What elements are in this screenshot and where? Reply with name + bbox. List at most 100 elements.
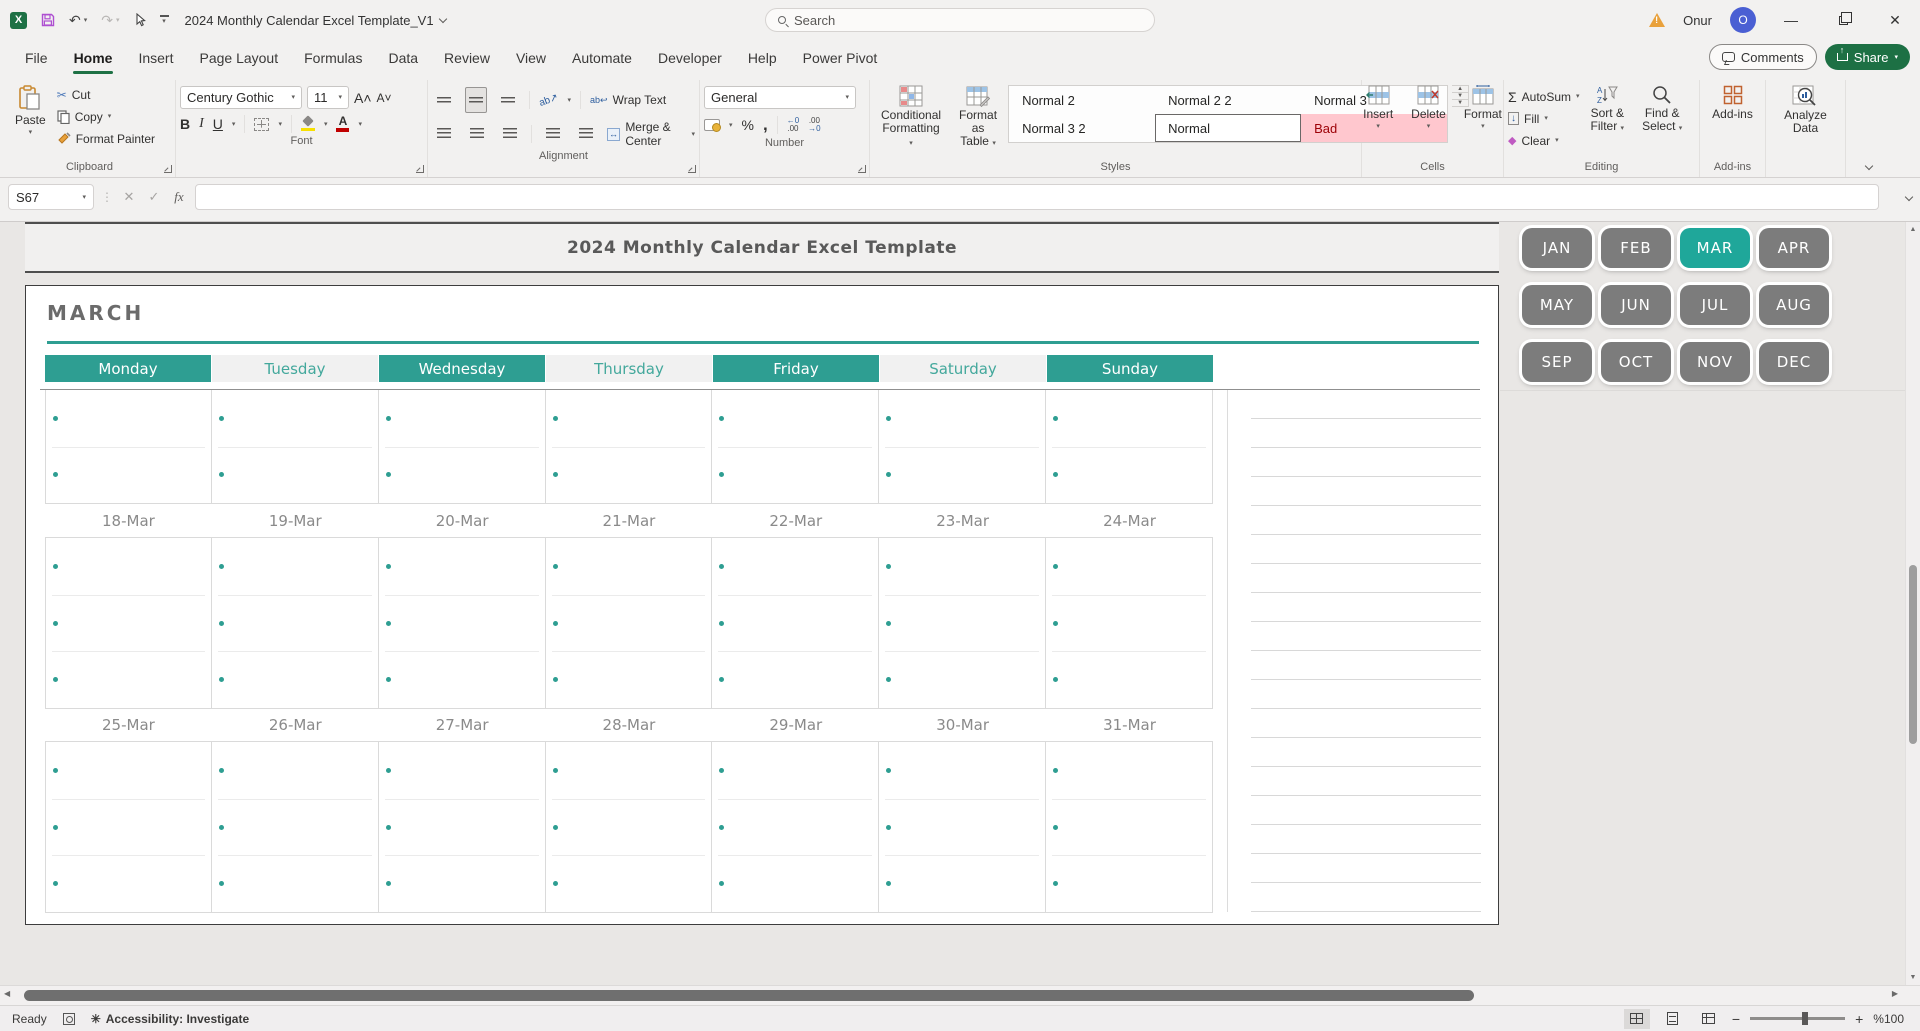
month-button-feb[interactable]: FEB <box>1601 228 1671 268</box>
italic-button[interactable]: I <box>199 116 204 132</box>
tab-insert[interactable]: Insert <box>125 41 186 75</box>
status-mode[interactable]: Ready <box>12 1012 47 1026</box>
vertical-scrollbar[interactable]: ▲ ▼ <box>1905 222 1920 985</box>
underline-button[interactable]: U <box>213 116 223 132</box>
font-family-select[interactable]: Century Gothic ▾ <box>180 86 302 109</box>
select-cursor-button[interactable] <box>134 13 146 27</box>
day-note-cell[interactable] <box>879 390 1047 504</box>
undo-button[interactable]: ↶ ▾ <box>69 12 87 29</box>
month-button-jun[interactable]: JUN <box>1601 285 1671 325</box>
middle-align-button[interactable] <box>465 87 487 113</box>
addins-button[interactable]: Add-ins <box>1705 82 1760 124</box>
accessibility-status[interactable]: ✳ Accessibility: Investigate <box>91 1012 249 1026</box>
bottom-align-button[interactable] <box>496 86 520 114</box>
page-break-view-button[interactable] <box>1696 1009 1722 1029</box>
dialog-launcher-icon[interactable] <box>858 165 866 173</box>
formula-input[interactable] <box>195 184 1879 210</box>
bold-button[interactable]: B <box>180 116 190 132</box>
copy-button[interactable]: Copy ▾ <box>57 107 155 126</box>
weekday-sunday[interactable]: Sunday <box>1047 355 1213 382</box>
scroll-up-icon[interactable]: ▲ <box>1906 226 1920 233</box>
date-label[interactable]: 27-Mar <box>379 709 546 741</box>
borders-icon[interactable] <box>254 117 270 131</box>
day-note-cell[interactable] <box>45 741 212 913</box>
date-label[interactable]: 22-Mar <box>712 504 879 537</box>
date-label[interactable]: 25-Mar <box>45 709 212 741</box>
day-note-cell[interactable] <box>1046 537 1213 709</box>
zoom-slider[interactable] <box>1750 1011 1846 1025</box>
month-button-may[interactable]: MAY <box>1522 285 1592 325</box>
tab-review[interactable]: Review <box>431 41 503 75</box>
decrease-indent-button[interactable] <box>541 120 565 148</box>
document-title[interactable]: 2024 Monthly Calendar Excel Template_V1 <box>185 13 447 28</box>
autosum-button[interactable]: Σ AutoSum ▾ <box>1508 87 1580 106</box>
collapse-ribbon-icon[interactable] <box>1864 161 1874 171</box>
vertical-scroll-thumb[interactable] <box>1909 565 1917 744</box>
day-note-cell[interactable] <box>378 537 546 709</box>
insert-function-button[interactable]: fx <box>170 184 188 210</box>
day-note-cell[interactable] <box>879 537 1047 709</box>
date-label[interactable]: 23-Mar <box>879 504 1046 537</box>
number-format-select[interactable]: General ▾ <box>704 86 856 109</box>
month-button-sep[interactable]: SEP <box>1522 342 1592 382</box>
normal-view-button[interactable] <box>1623 1008 1650 1029</box>
day-note-cell[interactable] <box>712 537 880 709</box>
name-box[interactable]: S67 ▾ <box>8 184 94 210</box>
day-note-cell[interactable] <box>545 390 713 504</box>
clear-button[interactable]: ◆ Clear ▾ <box>1508 131 1580 150</box>
day-note-cell[interactable] <box>378 741 546 913</box>
style-normal-2[interactable]: Normal 2 <box>1009 86 1155 114</box>
comma-style-button[interactable]: , <box>763 115 768 135</box>
day-note-cell[interactable] <box>1046 741 1213 913</box>
weekday-friday[interactable]: Friday <box>713 355 879 382</box>
style-normal-2-2[interactable]: Normal 2 2 <box>1155 86 1301 114</box>
scroll-right-icon[interactable]: ▶ <box>1892 989 1898 998</box>
zoom-slider-thumb[interactable] <box>1802 1011 1809 1025</box>
zoom-out-button[interactable]: − <box>1732 1011 1740 1027</box>
day-note-cell[interactable] <box>545 741 713 913</box>
font-color-icon[interactable]: A <box>336 115 350 132</box>
fill-button[interactable]: ↓ Fill ▾ <box>1508 109 1580 128</box>
tab-page-layout[interactable]: Page Layout <box>186 41 291 75</box>
dialog-launcher-icon[interactable] <box>164 165 172 173</box>
increase-indent-button[interactable] <box>574 120 598 148</box>
tab-developer[interactable]: Developer <box>645 41 735 75</box>
zoom-in-button[interactable]: + <box>1855 1011 1863 1027</box>
decrease-decimal-button[interactable]: .00 →0 <box>808 117 820 133</box>
format-cells-button[interactable]: Format ▾ <box>1457 82 1509 133</box>
comments-button[interactable]: Comments <box>1708 44 1817 70</box>
tab-file[interactable]: File <box>12 41 61 75</box>
top-align-button[interactable] <box>432 86 456 114</box>
date-label[interactable]: 20-Mar <box>379 504 546 537</box>
workbook-title-band[interactable]: 2024 Monthly Calendar Excel Template <box>25 222 1499 273</box>
weekday-saturday[interactable]: Saturday <box>880 355 1046 382</box>
conditional-formatting-button[interactable]: Conditional Formatting ▾ <box>874 82 948 151</box>
date-label[interactable]: 28-Mar <box>546 709 713 741</box>
align-right-button[interactable] <box>498 120 522 148</box>
namebox-divider[interactable]: ⋮ <box>101 184 113 210</box>
date-label[interactable]: 18-Mar <box>45 504 212 537</box>
chevron-down-icon[interactable]: ▾ <box>232 121 236 128</box>
date-label[interactable]: 19-Mar <box>212 504 379 537</box>
date-label[interactable]: 21-Mar <box>546 504 713 537</box>
dialog-launcher-icon[interactable] <box>416 165 424 173</box>
merge-center-button[interactable]: ↔ Merge & Center ▾ <box>606 120 695 148</box>
day-note-cell[interactable] <box>378 390 546 504</box>
month-button-apr[interactable]: APR <box>1759 228 1829 268</box>
insert-cells-button[interactable]: Insert ▾ <box>1356 82 1400 133</box>
month-button-nov[interactable]: NOV <box>1680 342 1750 382</box>
restore-button[interactable] <box>1826 12 1860 28</box>
date-label[interactable]: 26-Mar <box>212 709 379 741</box>
weekday-tuesday[interactable]: Tuesday <box>212 355 378 382</box>
percent-style-button[interactable]: % <box>742 117 754 133</box>
month-button-jul[interactable]: JUL <box>1680 285 1750 325</box>
month-button-jan[interactable]: JAN <box>1522 228 1592 268</box>
day-note-cell[interactable] <box>879 741 1047 913</box>
font-size-select[interactable]: 11 ▾ <box>307 86 349 109</box>
date-label[interactable]: 31-Mar <box>1046 709 1213 741</box>
fill-color-icon[interactable] <box>300 117 315 131</box>
day-note-cell[interactable] <box>545 537 713 709</box>
chevron-down-icon[interactable]: ▾ <box>568 97 572 104</box>
customize-toolbar-button[interactable]: ▾ <box>159 15 169 25</box>
tab-formulas[interactable]: Formulas <box>291 41 375 75</box>
